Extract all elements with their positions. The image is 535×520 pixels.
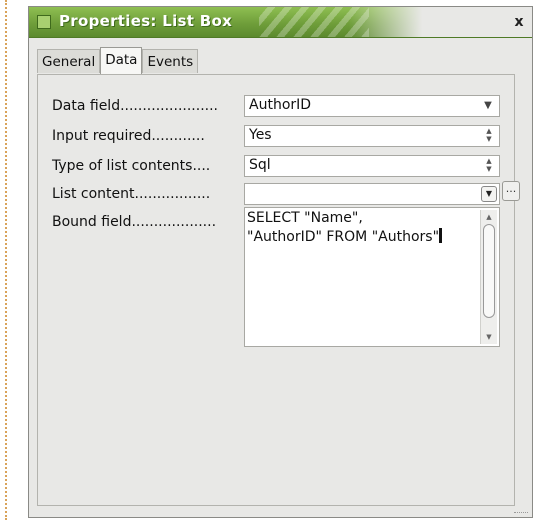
input-required-value: Yes xyxy=(249,127,272,143)
list-content-dropdown[interactable]: ▼ xyxy=(244,183,500,205)
list-contents-type-select[interactable]: Sql ▲ ▼ xyxy=(244,155,500,177)
list-content-label: List content................. xyxy=(52,186,211,202)
tab-bar: General Data Events xyxy=(37,47,199,75)
data-field-label: Data field...................... xyxy=(52,98,218,114)
bound-field-text: SELECT "Name", "AuthorID" FROM "Authors" xyxy=(247,209,475,247)
data-field-value: AuthorID xyxy=(249,97,312,113)
text-caret xyxy=(439,228,443,243)
chevron-down-icon[interactable]: ▼ xyxy=(481,186,497,202)
tab-events[interactable]: Events xyxy=(142,49,199,73)
titlebar[interactable]: Properties: List Box x xyxy=(29,7,532,38)
list-contents-type-value: Sql xyxy=(249,157,271,173)
data-tab-panel: Data field...................... AuthorI… xyxy=(37,74,520,506)
spin-arrows-icon[interactable]: ▲ ▼ xyxy=(483,127,495,145)
close-button[interactable]: x xyxy=(510,13,528,31)
tab-general[interactable]: General xyxy=(37,49,101,73)
list-content-browse-button[interactable]: ... xyxy=(502,181,520,201)
chevron-down-icon[interactable]: ▼ xyxy=(480,98,496,114)
titlebar-fade xyxy=(349,7,532,37)
tab-data[interactable]: Data xyxy=(100,47,143,74)
input-required-label: Input required............ xyxy=(52,128,205,144)
close-icon: x xyxy=(514,14,524,30)
bound-field-scrollbar[interactable]: ▲ ▼ xyxy=(480,210,497,344)
page-border xyxy=(5,0,7,520)
data-field-dropdown[interactable]: AuthorID ▼ xyxy=(244,95,500,117)
window-title: Properties: List Box xyxy=(59,12,233,30)
bound-field-textarea[interactable]: SELECT "Name", "AuthorID" FROM "Authors"… xyxy=(244,207,500,347)
window-icon xyxy=(37,15,51,29)
properties-dialog: Properties: List Box x General Data Even… xyxy=(28,6,533,518)
scroll-down-icon[interactable]: ▼ xyxy=(482,331,496,343)
bound-field-label: Bound field................... xyxy=(52,214,217,230)
scroll-up-icon[interactable]: ▲ xyxy=(482,211,496,223)
resize-grip[interactable] xyxy=(514,506,528,513)
bound-field-value: SELECT "Name", "AuthorID" FROM "Authors" xyxy=(247,210,440,245)
scroll-thumb[interactable] xyxy=(483,224,495,318)
list-contents-type-label: Type of list contents.... xyxy=(52,158,211,174)
input-required-select[interactable]: Yes ▲ ▼ xyxy=(244,125,500,147)
spin-arrows-icon[interactable]: ▲ ▼ xyxy=(483,157,495,175)
